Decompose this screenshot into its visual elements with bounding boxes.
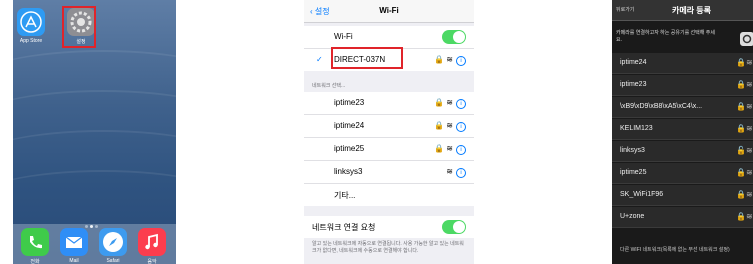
lock-wifi-icon: 🔒≋ [736, 190, 753, 199]
camera-network-row[interactable]: iptime23 🔒≋ [612, 75, 753, 96]
nav-bar: ‹ 설정 Wi-Fi [304, 0, 474, 23]
wifi-signal-icon: ≋ [446, 121, 453, 130]
page-title: Wi-Fi [379, 6, 399, 15]
safari-app[interactable]: Safari [97, 228, 129, 264]
ask-join-toggle[interactable] [442, 220, 466, 234]
network-name: linksys3 [334, 167, 363, 176]
camera-network-row[interactable]: \xB9\xD9\xB8\xA5\xC4\x... 🔒≋ [612, 97, 753, 118]
network-name: U+zone [620, 213, 645, 220]
network-name: iptime23 [620, 81, 647, 88]
lock-wifi-icon: 🔒≋ [736, 102, 753, 111]
network-row[interactable]: iptime25 🔒 ≋ i [304, 138, 474, 161]
wifi-signal-icon: ≋ [446, 167, 453, 176]
info-icon[interactable]: i [456, 145, 466, 155]
lock-wifi-icon: 🔒≋ [736, 212, 753, 221]
unlock-wifi-icon: 🔓≋ [736, 146, 753, 155]
other-wifi-link[interactable]: 다른 WIFI 네트워크(목록에 없는 무선 네트워크 설정) [620, 246, 730, 253]
wifi-toggle[interactable] [442, 30, 466, 44]
camera-network-row[interactable]: U+zone 🔒≋ [612, 207, 753, 228]
page-title: 카메라 등록 [672, 6, 712, 15]
info-icon[interactable]: i [456, 99, 466, 109]
app-label: 전화 [30, 259, 40, 264]
wifi-toggle-row: Wi-Fi [304, 26, 474, 49]
app-label: Safari [106, 258, 120, 264]
camera-register-panel: 뒤로가기 카메라 등록 카메라를 연결하고자 하는 공유기를 선택해 주세요. … [612, 0, 753, 264]
camera-network-row[interactable]: SK_WiFi1F96 🔒≋ [612, 185, 753, 206]
network-name: KELIM123 [620, 125, 653, 132]
wifi-label: Wi-Fi [334, 32, 353, 41]
network-name: iptime24 [620, 59, 647, 66]
instruction-text: 카메라를 연결하고자 하는 공유기를 선택해 주세요. [616, 30, 715, 43]
mail-app[interactable]: Mail [58, 228, 90, 264]
camera-network-row[interactable]: iptime24 🔒≋ [612, 53, 753, 74]
safari-icon [99, 228, 127, 256]
network-name: linksys3 [620, 147, 645, 154]
lock-wifi-icon: 🔒≋ [736, 168, 753, 177]
wifi-signal-icon: ≋ [446, 98, 453, 107]
wifi-signal-icon: ≋ [446, 144, 453, 153]
checkmark-icon: ✓ [316, 55, 323, 64]
network-status-icons: ≋ i [446, 167, 466, 178]
network-name: iptime25 [620, 169, 647, 176]
network-status-icons: 🔒 ≋ i [434, 98, 466, 109]
info-icon[interactable]: i [456, 122, 466, 132]
ask-join-label: 네트워크 연결 요청 [312, 223, 376, 232]
network-row[interactable]: linksys3 ≋ i [304, 161, 474, 184]
app-label: App Store [19, 38, 43, 44]
camera-network-row[interactable]: iptime25 🔒≋ [612, 163, 753, 184]
network-row[interactable]: iptime23 🔒 ≋ i [304, 92, 474, 115]
info-icon[interactable]: i [456, 56, 466, 66]
refresh-button[interactable] [740, 32, 753, 46]
other-network-row[interactable]: 기타... [304, 184, 474, 206]
network-status-icons: 🔒 ≋ i [434, 55, 466, 66]
info-icon[interactable]: i [456, 168, 466, 178]
phone-icon [21, 228, 49, 256]
app-label: 음악 [147, 259, 157, 264]
app-label: Mail [69, 258, 79, 264]
settings-highlight-box [62, 6, 96, 48]
network-name: iptime25 [334, 144, 365, 153]
network-row[interactable]: iptime24 🔒 ≋ i [304, 115, 474, 138]
wifi-signal-icon: ≋ [446, 55, 453, 64]
network-name: iptime23 [334, 98, 365, 107]
network-name: SK_WiFi1F96 [620, 191, 664, 198]
ask-join-row: 네트워크 연결 요청 [304, 216, 474, 238]
lock-wifi-icon: 🔒≋ [736, 80, 753, 89]
camera-nav-bar: 뒤로가기 카메라 등록 [612, 0, 753, 21]
camera-network-row[interactable]: linksys3 🔓≋ [612, 141, 753, 162]
camera-network-row[interactable]: KELIM123 🔒≋ [612, 119, 753, 140]
network-status-icons: 🔒 ≋ i [434, 144, 466, 155]
mail-icon [60, 228, 88, 256]
back-button[interactable]: 뒤로가기 [616, 6, 634, 13]
network-name: iptime24 [334, 121, 365, 130]
app-store-app[interactable]: App Store [15, 8, 47, 44]
network-highlight-box [331, 47, 403, 69]
music-app[interactable]: 음악 [136, 228, 168, 264]
lock-wifi-icon: 🔒≋ [736, 58, 753, 67]
appstore-icon [17, 8, 45, 36]
wifi-settings-panel: ‹ 설정 Wi-Fi Wi-Fi ✓ DIRECT-037N 🔒 ≋ i 네트워크… [304, 0, 474, 264]
ask-join-description: 알고 있는 네트워크에 자동으로 연결됩니다. 사용 가능한 알고 있는 네트워… [312, 241, 464, 254]
music-icon [138, 228, 166, 256]
refresh-icon [742, 34, 752, 44]
phone-app[interactable]: 전화 [19, 228, 51, 264]
section-header: 네트워크 선택... [312, 83, 346, 89]
lock-wifi-icon: 🔒≋ [736, 124, 753, 133]
other-label: 기타... [334, 191, 356, 200]
network-status-icons: 🔒 ≋ i [434, 121, 466, 132]
dock: 전화 Mail Safari 음악 [13, 224, 176, 264]
network-name: \xB9\xD9\xB8\xA5\xC4\x... [620, 103, 703, 110]
